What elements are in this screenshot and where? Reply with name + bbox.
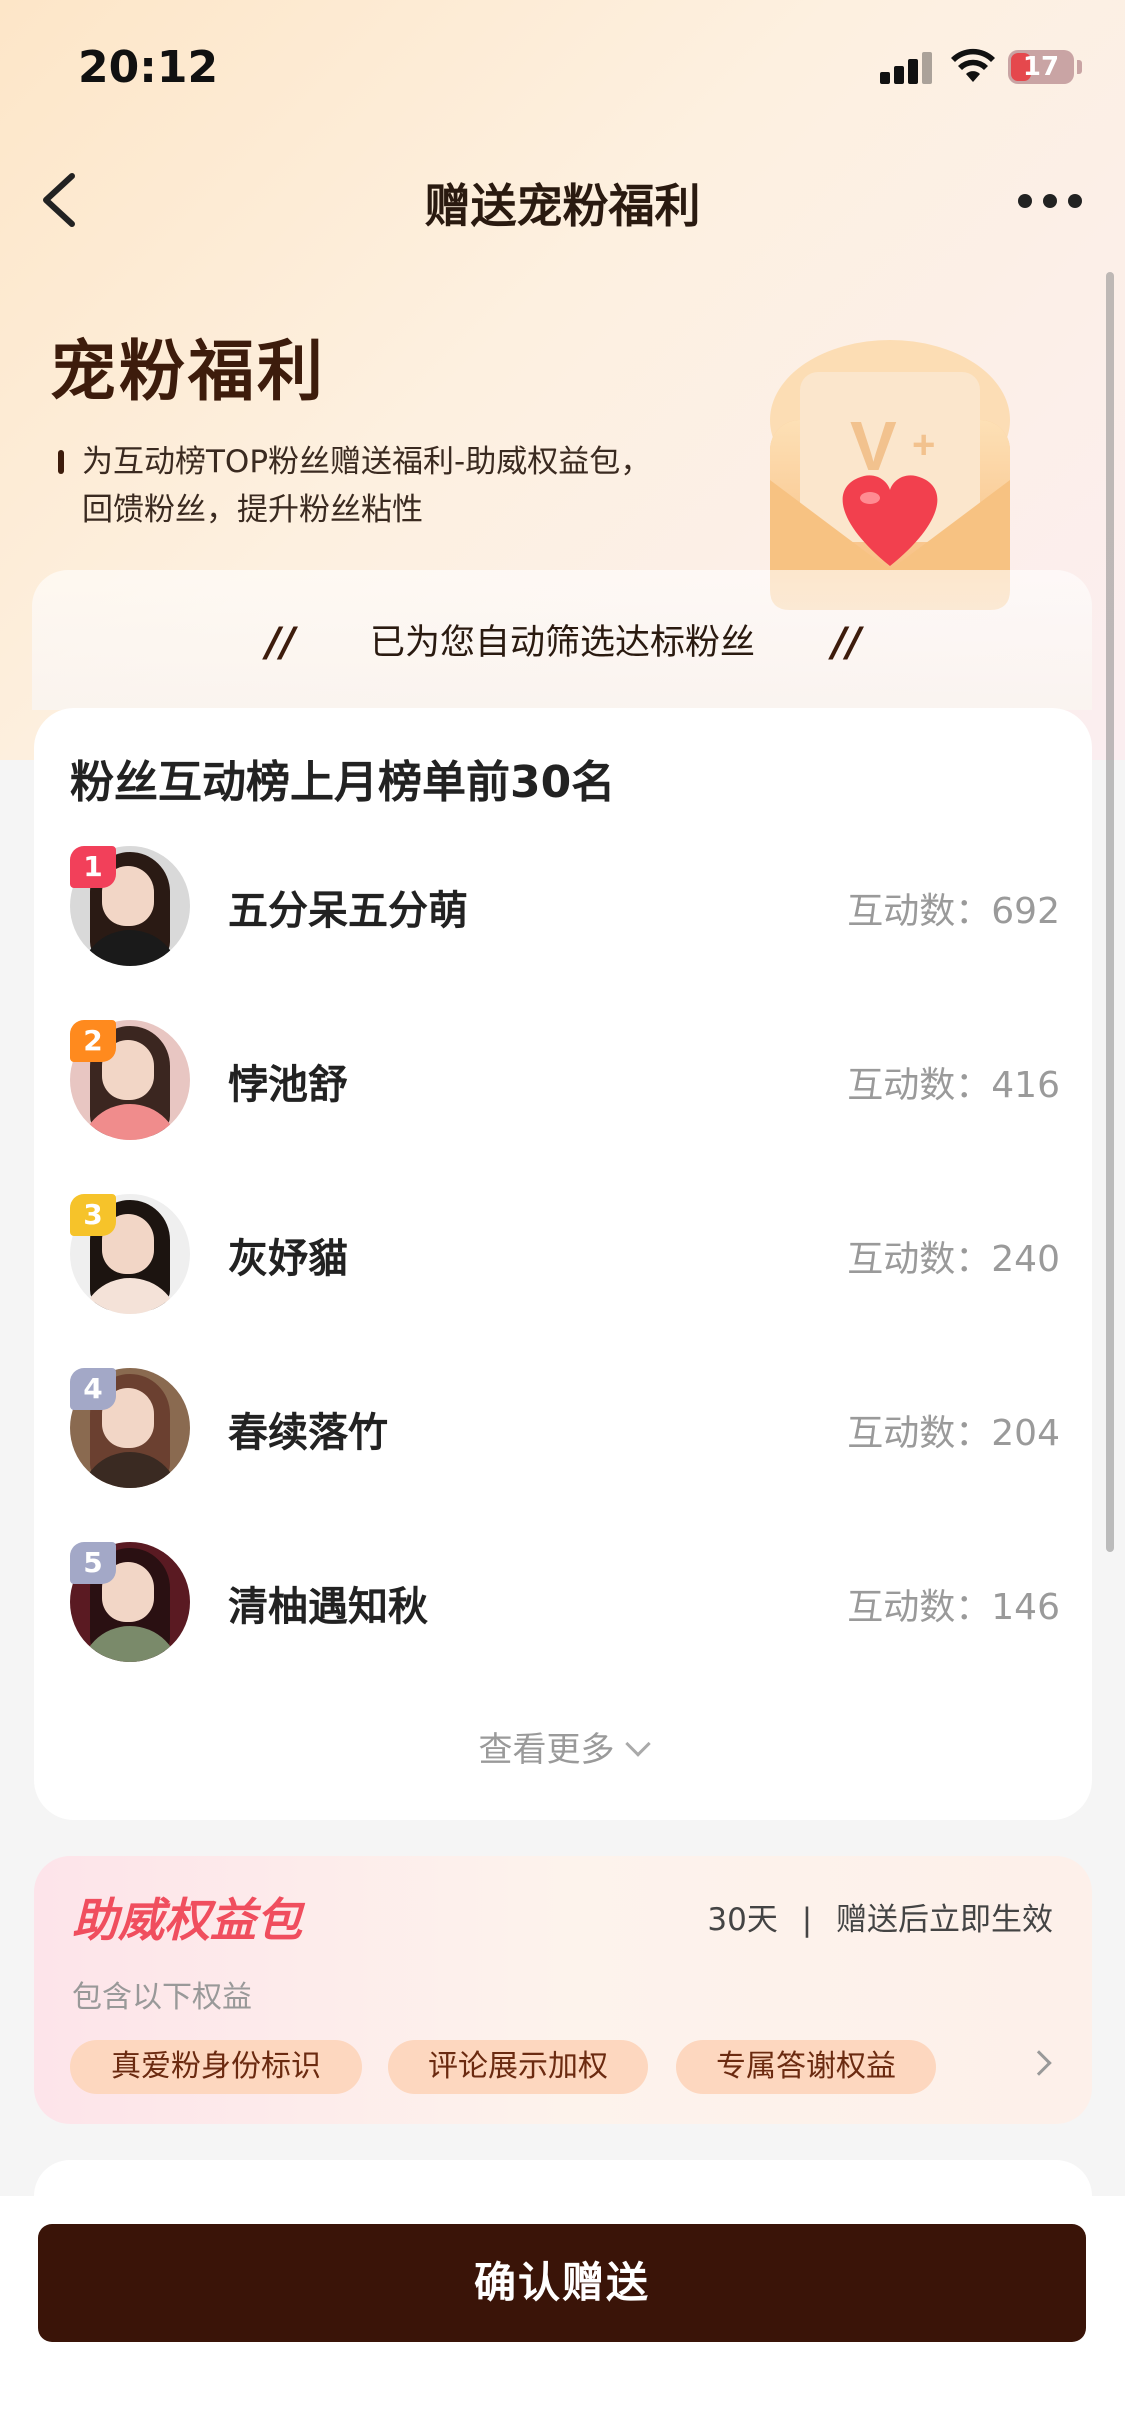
list-item[interactable]: 2 悖池舒 互动数：416 <box>70 1020 1060 1146</box>
pack-subtitle: 包含以下权益 <box>72 1980 252 2015</box>
list-item[interactable]: 4 春续落竹 互动数：204 <box>70 1368 1060 1494</box>
rank-badge: 2 <box>70 1020 116 1062</box>
page-title: 赠送宠粉福利 <box>424 179 701 233</box>
see-more-label: 查看更多 <box>478 1730 615 1770</box>
fan-name: 悖池舒 <box>228 1062 348 1108</box>
interaction-count: 互动数：204 <box>847 1413 1060 1454</box>
status-time: 20:12 <box>78 42 219 93</box>
rank-badge: 5 <box>70 1542 116 1584</box>
pack-title: 助威权益包 <box>72 1893 302 1947</box>
wifi-icon <box>951 48 995 82</box>
hero-desc-line1: 为互动榜TOP粉丝赠送福利-助威权益包， <box>82 444 652 480</box>
interaction-count: 互动数：146 <box>847 1587 1060 1628</box>
signal-icon <box>880 52 932 84</box>
rank-badge: 4 <box>70 1368 116 1410</box>
battery-icon: 17 <box>1008 50 1074 84</box>
chevron-down-icon <box>624 1731 651 1757</box>
ranking-title: 粉丝互动榜上月榜单前30名 <box>70 757 616 808</box>
hero-title: 宠粉福利 <box>50 333 326 410</box>
hero-description: 为互动榜TOP粉丝赠送福利-助威权益包， 回馈粉丝，提升粉丝粘性 <box>58 438 651 534</box>
filter-text: 已为您自动筛选达标粉丝 <box>369 623 755 663</box>
pack-meta: 30天 | 赠送后立即生效 <box>707 1902 1053 1938</box>
fan-name: 灰妤貓 <box>228 1236 348 1282</box>
list-item[interactable]: 5 清柚遇知秋 互动数：146 <box>70 1542 1060 1668</box>
fan-name: 五分呆五分萌 <box>228 888 468 934</box>
rank-badge: 3 <box>70 1194 116 1236</box>
interaction-count: 互动数：692 <box>847 891 1060 932</box>
confirm-gift-button[interactable]: 确认赠送 <box>38 2224 1086 2342</box>
more-icon[interactable] <box>1010 180 1090 220</box>
pack-effect: 赠送后立即生效 <box>836 1902 1053 1938</box>
list-item[interactable]: 1 五分呆五分萌 互动数：692 <box>70 846 1060 972</box>
scrollbar[interactable] <box>1106 272 1114 1552</box>
benefit-tag[interactable]: 专属答谢权益 <box>676 2040 936 2094</box>
nav-bar: 赠送宠粉福利 <box>0 150 1125 250</box>
rank-badge: 1 <box>70 846 116 888</box>
fan-name: 春续落竹 <box>228 1410 388 1456</box>
list-item[interactable]: 3 灰妤貓 互动数：240 <box>70 1194 1060 1320</box>
fan-name: 清柚遇知秋 <box>228 1584 428 1630</box>
interaction-count: 互动数：240 <box>847 1239 1060 1280</box>
svg-text:V: V <box>850 407 897 485</box>
pack-duration: 30天 <box>707 1902 778 1938</box>
interaction-count: 互动数：416 <box>847 1065 1060 1106</box>
see-more-button[interactable]: 查看更多 <box>0 1722 1125 1771</box>
status-bar: 20:12 17 <box>0 0 1125 140</box>
benefit-tag[interactable]: 评论展示加权 <box>388 2040 648 2094</box>
svg-text:+: + <box>912 423 935 467</box>
quote-mark-right-icon: // <box>832 620 862 666</box>
battery-level: 17 <box>1022 52 1060 82</box>
benefit-tag[interactable]: 真爱粉身份标识 <box>70 2040 362 2094</box>
hero-desc-line2: 回馈粉丝，提升粉丝粘性 <box>82 492 423 528</box>
